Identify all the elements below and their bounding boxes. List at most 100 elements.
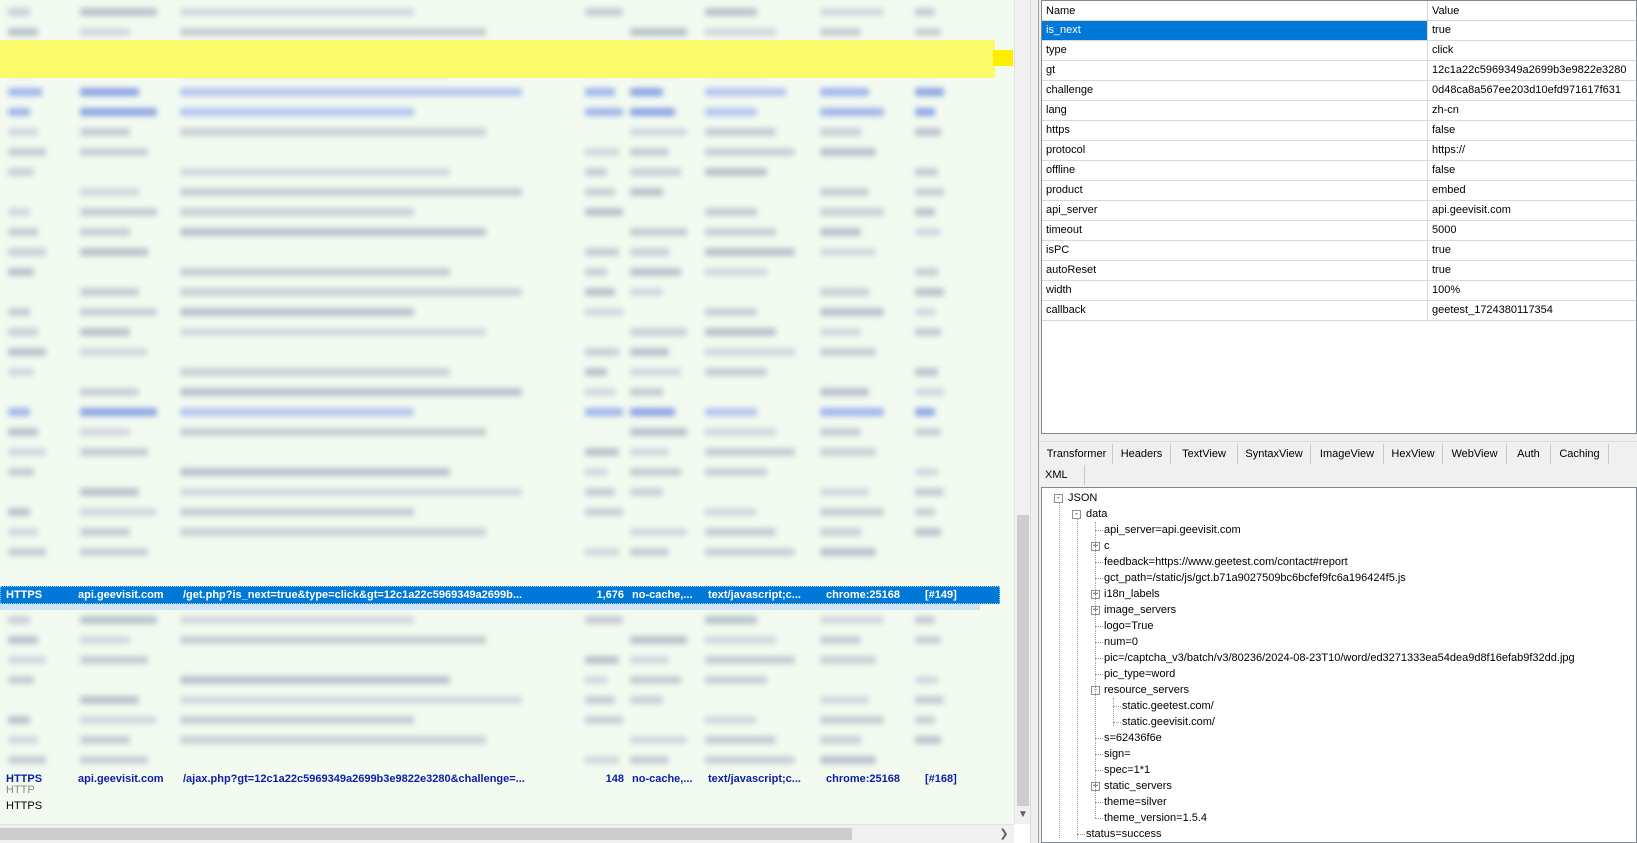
grid-row-api-server[interactable]: api_server api.geevisit.com — [1042, 201, 1636, 221]
json-node[interactable]: s=62436f6e — [1104, 730, 1162, 746]
grid-row-lang[interactable]: lang zh-cn — [1042, 101, 1636, 121]
json-node[interactable]: sign= — [1104, 746, 1131, 762]
json-node[interactable]: static_servers — [1104, 778, 1172, 794]
blurred-cell — [8, 716, 30, 724]
grid-row-timeout[interactable]: timeout 5000 — [1042, 221, 1636, 241]
blurred-cell — [180, 408, 414, 416]
highlighted-session-row[interactable] — [0, 40, 995, 78]
blurred-cell — [915, 8, 935, 16]
grid-row-product[interactable]: product embed — [1042, 181, 1636, 201]
session-row-selected[interactable]: HTTPS api.geevisit.com /get.php?is_next=… — [0, 586, 1000, 604]
json-node[interactable]: theme_version=1.5.4 — [1104, 810, 1207, 826]
param-name: gt — [1042, 61, 1428, 80]
json-node[interactable]: pic_type=word — [1104, 666, 1175, 682]
blurred-cell — [915, 676, 938, 684]
session-protocol: HTTPS — [6, 589, 43, 601]
tree-connector — [1095, 578, 1103, 579]
json-node[interactable]: api_server=api.geevisit.com — [1104, 522, 1241, 538]
grid-row-type[interactable]: type click — [1042, 41, 1636, 61]
json-node[interactable]: gct_path=/static/js/gct.b71a9027509bc6bc… — [1104, 570, 1406, 586]
grid-row-https[interactable]: https false — [1042, 121, 1636, 141]
json-node[interactable]: image_servers — [1104, 602, 1176, 618]
blurred-cell — [8, 148, 46, 156]
blurred-cell — [705, 108, 758, 116]
param-value: 12c1a22c5969349a2699b3e9822e3280 — [1432, 64, 1627, 76]
json-node[interactable]: theme=silver — [1104, 794, 1167, 810]
json-node[interactable]: c — [1104, 538, 1110, 554]
json-node[interactable]: num=0 — [1104, 634, 1138, 650]
session-host: api.geevisit.com — [78, 589, 164, 601]
blurred-cell — [915, 696, 944, 704]
blurred-row — [0, 142, 990, 162]
grid-row-autoreset[interactable]: autoReset true — [1042, 261, 1636, 281]
tab-webview[interactable]: WebView — [1443, 444, 1507, 464]
grid-row-offline[interactable]: offline false — [1042, 161, 1636, 181]
tree-connector — [1095, 530, 1103, 531]
blurred-cell — [820, 228, 862, 236]
blurred-cell — [585, 656, 619, 664]
query-string-grid[interactable]: Name Value is_next true type click gt 12c1a22… — [1041, 0, 1637, 434]
tab-imageview[interactable]: ImageView — [1311, 444, 1384, 464]
tab-caching[interactable]: Caching — [1551, 444, 1609, 464]
blurred-cell — [915, 288, 944, 296]
session-list[interactable]: HTTPS api.geevisit.com /get.php?is_next=… — [0, 0, 1014, 843]
json-tree-view[interactable]: - JSON - data api_server=api.geevisit.com + c f… — [1041, 487, 1637, 843]
json-node[interactable]: spec=1*1 — [1104, 762, 1150, 778]
json-node[interactable]: logo=True — [1104, 618, 1153, 634]
blurred-cell — [915, 128, 941, 136]
tab-textview[interactable]: TextView — [1171, 444, 1238, 464]
blurred-cell — [915, 636, 941, 644]
json-node[interactable]: static.geetest.com/ — [1122, 698, 1214, 714]
blurred-cell — [820, 756, 877, 764]
tab-headers[interactable]: Headers — [1113, 444, 1171, 464]
scroll-right-icon[interactable]: ❯ — [996, 825, 1012, 843]
blurred-cell — [630, 248, 669, 256]
scroll-thumb[interactable] — [1017, 515, 1029, 806]
grid-row-gt[interactable]: gt 12c1a22c5969349a2699b3e9822e3280 — [1042, 61, 1636, 81]
column-header-value[interactable]: Value — [1428, 1, 1636, 21]
json-status-node[interactable]: status=success — [1086, 826, 1162, 842]
column-header-name[interactable]: Name — [1042, 1, 1428, 21]
grid-row-challenge[interactable]: challenge 0d48ca8a567ee203d10efd971617f63… — [1042, 81, 1636, 101]
grid-row-is-next[interactable]: is_next true — [1042, 21, 1636, 41]
json-root-node[interactable]: JSON — [1068, 490, 1097, 506]
blurred-cell — [820, 308, 884, 316]
session-row-protocol[interactable]: HTTP — [6, 782, 35, 798]
json-node[interactable]: resource_servers — [1104, 682, 1189, 698]
blurred-cell — [705, 28, 777, 36]
blurred-cell — [180, 8, 414, 16]
json-node[interactable]: static.geevisit.com/ — [1122, 714, 1215, 730]
grid-row-callback[interactable]: callback geetest_1724380117354 — [1042, 301, 1636, 321]
param-value: 100% — [1432, 284, 1461, 296]
tree-connector — [1095, 562, 1103, 563]
blurred-row — [0, 442, 990, 462]
blurred-cell — [8, 508, 30, 516]
blurred-cell — [585, 168, 607, 176]
session-row-protocol[interactable]: HTTPS — [6, 798, 42, 814]
json-node[interactable]: feedback=https://www.geetest.com/contact… — [1104, 554, 1348, 570]
blurred-row — [0, 482, 990, 502]
blurred-cell — [180, 388, 522, 396]
param-name: is_next — [1042, 21, 1428, 40]
session-row[interactable]: HTTPS api.geevisit.com /ajax.php?gt=12c1… — [0, 770, 1000, 788]
grid-row-protocol[interactable]: protocol https:// — [1042, 141, 1636, 161]
grid-row-width[interactable]: width 100% — [1042, 281, 1636, 301]
json-node[interactable]: i18n_labels — [1104, 586, 1160, 602]
param-name: https — [1042, 121, 1428, 140]
scroll-thumb[interactable] — [0, 828, 852, 840]
session-list-vertical-scrollbar[interactable]: ▼ — [1014, 0, 1030, 824]
tab-syntaxview[interactable]: SyntaxView — [1238, 444, 1311, 464]
session-caching: no-cache,... — [632, 773, 693, 785]
json-data-node[interactable]: data — [1086, 506, 1107, 522]
json-node[interactable]: pic=/captcha_v3/batch/v3/80236/2024-08-2… — [1104, 650, 1575, 666]
tab-hexview[interactable]: HexView — [1384, 444, 1443, 464]
tab-transformer[interactable]: Transformer — [1041, 444, 1113, 464]
grid-row-ispc[interactable]: isPC true — [1042, 241, 1636, 261]
pane-splitter[interactable] — [1030, 0, 1039, 843]
param-name: challenge — [1042, 81, 1428, 100]
tab-auth[interactable]: Auth — [1507, 444, 1551, 464]
session-list-horizontal-scrollbar[interactable]: ❯ — [0, 824, 1014, 843]
param-name: timeout — [1042, 221, 1428, 240]
tab-xml[interactable]: XML — [1041, 465, 1085, 485]
scroll-down-icon[interactable]: ▼ — [1015, 806, 1031, 824]
